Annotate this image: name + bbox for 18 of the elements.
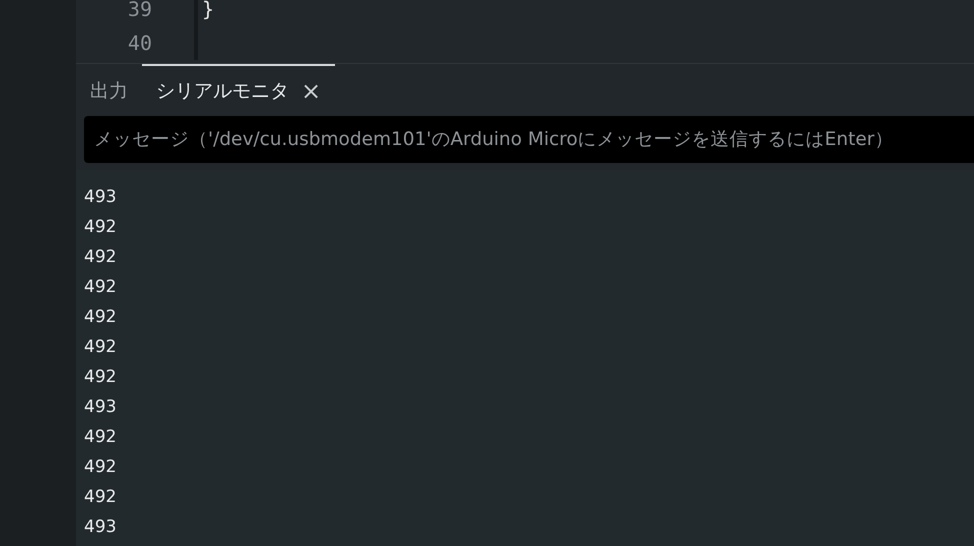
output-line: 492 bbox=[84, 486, 118, 509]
line-number: 39 bbox=[126, 0, 152, 21]
line-number: 40 bbox=[126, 31, 152, 55]
panel-tab[interactable]: 出力 bbox=[76, 64, 142, 116]
output-line: 493 bbox=[84, 186, 118, 209]
message-field[interactable]: メッセージ（'/dev/cu.usbmodem101'のArduino Microにメッセージを送信するにはEnter） bbox=[84, 116, 974, 163]
output-line: 492 bbox=[84, 306, 118, 329]
output-line: 493 bbox=[84, 396, 118, 419]
output-line: 492 bbox=[84, 336, 118, 359]
output-line: 492 bbox=[84, 216, 118, 239]
output-line: 492 bbox=[84, 246, 118, 269]
output-line: 492 bbox=[84, 426, 118, 449]
output-line: 492 bbox=[84, 276, 118, 299]
close-icon[interactable]: × bbox=[301, 77, 322, 105]
output-line: 492 bbox=[84, 456, 118, 479]
code-line: } bbox=[202, 0, 214, 21]
output-line: 492 bbox=[84, 366, 118, 389]
output-line: 493 bbox=[84, 516, 118, 539]
